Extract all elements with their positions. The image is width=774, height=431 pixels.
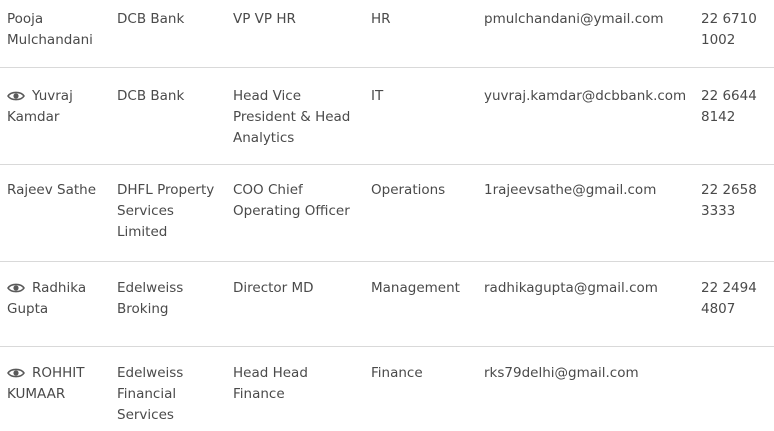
- table-row: ROHHIT KUMAAR Edelweiss Financial Servic…: [0, 347, 774, 431]
- email-cell[interactable]: rks79delhi@gmail.com: [484, 363, 694, 384]
- eye-icon[interactable]: [7, 367, 25, 379]
- phone-cell: 22 6710 1002: [701, 11, 757, 48]
- email-cell[interactable]: yuvraj.kamdar@dcbbank.com: [484, 86, 694, 107]
- company-cell: Edelweiss Broking: [117, 280, 184, 317]
- table-row: Pooja Mulchandani DCB Bank VP VP HR HR p…: [0, 0, 774, 68]
- table-row: Yuvraj Kamdar DCB Bank Head Vice Preside…: [0, 68, 774, 165]
- company-cell: DCB Bank: [117, 11, 185, 27]
- title-cell: Head Vice President & Head Analytics: [233, 88, 351, 146]
- contact-name-text[interactable]: Rajeev Sathe: [7, 182, 96, 198]
- phone-cell: 22 2658 3333: [701, 182, 757, 219]
- eye-icon[interactable]: [7, 90, 25, 102]
- contact-name[interactable]: Pooja Mulchandani: [7, 9, 107, 51]
- title-cell: COO Chief Operating Officer: [233, 182, 350, 219]
- email-cell[interactable]: radhikagupta@gmail.com: [484, 278, 694, 299]
- contact-name[interactable]: Yuvraj Kamdar: [7, 86, 107, 128]
- title-cell: Director MD: [233, 280, 314, 296]
- contact-name[interactable]: Radhika Gupta: [7, 278, 107, 320]
- email-cell[interactable]: 1rajeevsathe@gmail.com: [484, 180, 694, 201]
- department-cell: HR: [371, 11, 391, 27]
- company-cell: Edelweiss Financial Services: [117, 365, 184, 423]
- eye-icon[interactable]: [7, 282, 25, 294]
- email-cell[interactable]: pmulchandani@ymail.com: [484, 9, 694, 30]
- contacts-table: Pooja Mulchandani DCB Bank VP VP HR HR p…: [0, 0, 774, 431]
- contact-name[interactable]: ROHHIT KUMAAR: [7, 363, 107, 405]
- phone-cell: 22 2494 4807: [701, 280, 757, 317]
- department-cell: Finance: [371, 365, 423, 381]
- department-cell: Management: [371, 280, 460, 296]
- phone-cell: 22 6644 8142: [701, 88, 757, 125]
- table-row: Radhika Gupta Edelweiss Broking Director…: [0, 262, 774, 347]
- title-cell: VP VP HR: [233, 11, 296, 27]
- title-cell: Head Head Finance: [233, 365, 308, 402]
- contact-name-text[interactable]: Pooja Mulchandani: [7, 11, 93, 48]
- department-cell: Operations: [371, 182, 446, 198]
- department-cell: IT: [371, 88, 384, 104]
- company-cell: DCB Bank: [117, 88, 185, 104]
- company-cell: DHFL Property Services Limited: [117, 182, 215, 240]
- table-row: Rajeev Sathe DHFL Property Services Limi…: [0, 165, 774, 262]
- contact-name[interactable]: Rajeev Sathe: [7, 180, 107, 201]
